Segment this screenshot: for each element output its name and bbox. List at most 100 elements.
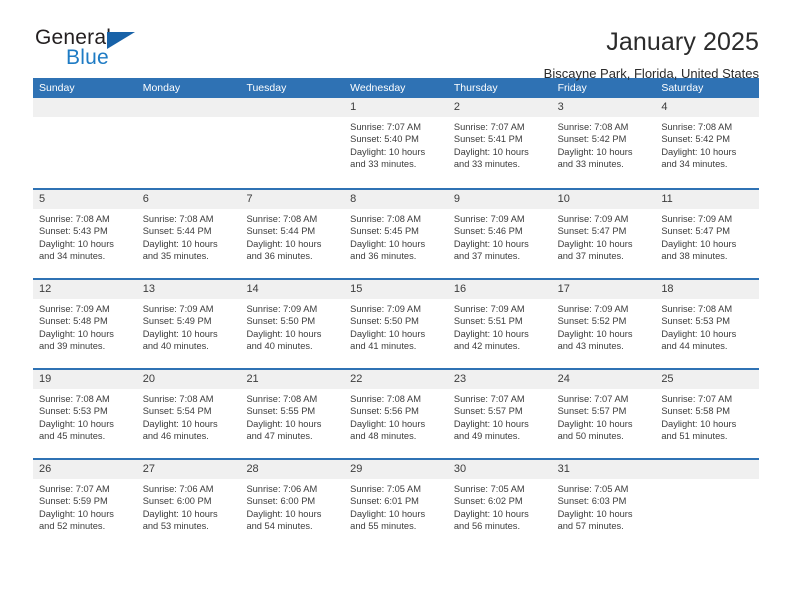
day-number-band: 15 <box>344 280 448 299</box>
weekday-header-sunday: Sunday <box>39 82 75 94</box>
day-details: Sunrise: 7:05 AM Sunset: 6:01 PM Daylight:… <box>344 479 448 533</box>
day-details: Sunrise: 7:05 AM Sunset: 6:03 PM Daylight:… <box>552 479 656 533</box>
daylight-text-line1: Daylight: 10 hours <box>142 328 218 339</box>
calendar-day-cell[interactable]: 6 Sunrise: 7:08 AM Sunset: 5:44 PM Daylight… <box>136 190 241 278</box>
day-number-band: 5 <box>33 190 137 209</box>
day-number: 2 <box>453 101 460 113</box>
calendar-day-cell[interactable]: 27 Sunrise: 7:06 AM Sunset: 6:00 PM Dayligh… <box>136 460 241 548</box>
daylight-text-line2: and 57 minutes. <box>557 521 624 532</box>
day-number-band: 13 <box>136 280 241 299</box>
sunrise-text: Sunrise: 7:08 AM <box>350 214 421 224</box>
sunset-text: Sunset: 5:55 PM <box>246 406 316 417</box>
calendar-day-cell[interactable]: 15 Sunrise: 7:09 AM Sunset: 5:50 PM Dayligh… <box>344 280 448 368</box>
day-number: 24 <box>557 373 570 385</box>
sunrise-text: Sunrise: 7:07 AM <box>350 122 421 132</box>
calendar-day-cell[interactable]: 3 Sunrise: 7:08 AM Sunset: 5:42 PM Daylight… <box>551 98 656 188</box>
calendar-day-cell[interactable]: 9 Sunrise: 7:09 AM Sunset: 5:46 PM Daylight… <box>447 190 552 278</box>
sunset-text: Sunset: 6:03 PM <box>557 496 627 507</box>
calendar-day-cell[interactable]: 18 Sunrise: 7:08 AM Sunset: 5:53 PM Dayligh… <box>655 280 760 368</box>
calendar-day-cell[interactable]: 8 Sunrise: 7:08 AM Sunset: 5:45 PM Daylight… <box>344 190 448 278</box>
calendar-day-cell-empty <box>240 98 345 188</box>
day-number: 14 <box>246 283 259 295</box>
weekday-header-tuesday: Tuesday <box>246 82 287 94</box>
day-number: 17 <box>557 283 570 295</box>
calendar-day-cell[interactable]: 24 Sunrise: 7:07 AM Sunset: 5:57 PM Dayligh… <box>551 370 656 458</box>
sunrise-text: Sunrise: 7:09 AM <box>557 214 629 224</box>
day-number-band: 26 <box>33 460 137 479</box>
calendar-day-cell[interactable]: 2 Sunrise: 7:07 AM Sunset: 5:41 PM Daylight… <box>447 98 552 188</box>
calendar-day-cell-empty <box>33 98 137 188</box>
day-number: 31 <box>557 463 570 475</box>
daylight-text-line2: and 44 minutes. <box>661 341 728 352</box>
sunrise-text: Sunrise: 7:07 AM <box>453 122 525 132</box>
daylight-text-line1: Daylight: 10 hours <box>350 146 426 157</box>
daylight-text-line1: Daylight: 10 hours <box>453 418 529 429</box>
day-details: Sunrise: 7:05 AM Sunset: 6:02 PM Daylight:… <box>448 479 552 533</box>
daylight-text-line1: Daylight: 10 hours <box>142 238 218 249</box>
daylight-text-line1: Daylight: 10 hours <box>557 328 633 339</box>
day-details: Sunrise: 7:09 AM Sunset: 5:49 PM Daylight:… <box>137 299 241 353</box>
calendar-day-cell[interactable]: 4 Sunrise: 7:08 AM Sunset: 5:42 PM Daylight… <box>655 98 760 188</box>
weekday-header-friday: Friday <box>557 82 587 94</box>
day-number: 3 <box>557 101 564 113</box>
calendar-day-cell[interactable]: 20 Sunrise: 7:08 AM Sunset: 5:54 PM Dayligh… <box>136 370 241 458</box>
day-number-band <box>240 98 345 117</box>
day-number-band: 20 <box>136 370 241 389</box>
day-number: 19 <box>39 373 52 385</box>
sunrise-text: Sunrise: 7:07 AM <box>453 394 525 404</box>
calendar-day-cell[interactable]: 7 Sunrise: 7:08 AM Sunset: 5:44 PM Daylight… <box>240 190 345 278</box>
sunrise-text: Sunrise: 7:09 AM <box>453 214 525 224</box>
daylight-text-line2: and 40 minutes. <box>142 341 209 352</box>
day-number-band: 31 <box>551 460 656 479</box>
day-number-band: 24 <box>551 370 656 389</box>
calendar-day-cell[interactable]: 1 Sunrise: 7:07 AM Sunset: 5:40 PM Daylight… <box>344 98 448 188</box>
day-details: Sunrise: 7:08 AM Sunset: 5:42 PM Daylight:… <box>552 117 656 171</box>
calendar-day-cell[interactable]: 16 Sunrise: 7:09 AM Sunset: 5:51 PM Dayligh… <box>447 280 552 368</box>
daylight-text-line2: and 52 minutes. <box>39 521 106 532</box>
sunset-text: Sunset: 5:52 PM <box>557 316 627 327</box>
calendar-day-cell[interactable]: 31 Sunrise: 7:05 AM Sunset: 6:03 PM Dayligh… <box>551 460 656 548</box>
logo-text-blue: Blue <box>66 46 109 69</box>
daylight-text-line2: and 37 minutes. <box>557 251 624 262</box>
day-details: Sunrise: 7:09 AM Sunset: 5:51 PM Daylight:… <box>448 299 552 353</box>
sunrise-text: Sunrise: 7:09 AM <box>661 214 733 224</box>
daylight-text-line2: and 54 minutes. <box>246 521 313 532</box>
calendar-day-cell[interactable]: 23 Sunrise: 7:07 AM Sunset: 5:57 PM Dayligh… <box>447 370 552 458</box>
calendar-day-cell[interactable]: 10 Sunrise: 7:09 AM Sunset: 5:47 PM Dayligh… <box>551 190 656 278</box>
calendar-day-cell[interactable]: 19 Sunrise: 7:08 AM Sunset: 5:53 PM Dayligh… <box>33 370 137 458</box>
calendar-day-cell[interactable]: 12 Sunrise: 7:09 AM Sunset: 5:48 PM Dayligh… <box>33 280 137 368</box>
calendar-day-cell[interactable]: 11 Sunrise: 7:09 AM Sunset: 5:47 PM Dayligh… <box>655 190 760 278</box>
day-number: 22 <box>350 373 363 385</box>
day-number-band: 23 <box>447 370 552 389</box>
calendar-day-cell-empty <box>655 460 760 548</box>
day-details: Sunrise: 7:08 AM Sunset: 5:44 PM Daylight:… <box>240 209 344 263</box>
calendar-day-cell[interactable]: 21 Sunrise: 7:08 AM Sunset: 5:55 PM Dayligh… <box>240 370 345 458</box>
calendar-day-cell[interactable]: 29 Sunrise: 7:05 AM Sunset: 6:01 PM Dayligh… <box>344 460 448 548</box>
calendar-day-cell[interactable]: 14 Sunrise: 7:09 AM Sunset: 5:50 PM Dayligh… <box>240 280 345 368</box>
sunrise-text: Sunrise: 7:08 AM <box>39 214 110 224</box>
sunrise-text: Sunrise: 7:08 AM <box>246 214 318 224</box>
calendar-day-cell[interactable]: 13 Sunrise: 7:09 AM Sunset: 5:49 PM Dayligh… <box>136 280 241 368</box>
calendar-day-cell[interactable]: 22 Sunrise: 7:08 AM Sunset: 5:56 PM Dayligh… <box>344 370 448 458</box>
calendar-day-cell[interactable]: 28 Sunrise: 7:06 AM Sunset: 6:00 PM Dayligh… <box>240 460 345 548</box>
day-number: 8 <box>350 193 357 205</box>
calendar-day-cell[interactable]: 30 Sunrise: 7:05 AM Sunset: 6:02 PM Dayligh… <box>447 460 552 548</box>
day-number-band: 3 <box>551 98 656 117</box>
day-number: 6 <box>142 193 149 205</box>
sunset-text: Sunset: 5:59 PM <box>39 496 108 507</box>
daylight-text-line2: and 48 minutes. <box>350 431 417 442</box>
sunset-text: Sunset: 5:57 PM <box>557 406 627 417</box>
day-number: 30 <box>453 463 467 475</box>
generalblue-logo[interactable]: General Blue <box>33 26 153 72</box>
calendar-day-cell[interactable]: 5 Sunrise: 7:08 AM Sunset: 5:43 PM Daylight… <box>33 190 137 278</box>
daylight-text-line1: Daylight: 10 hours <box>142 418 218 429</box>
day-details: Sunrise: 7:09 AM Sunset: 5:47 PM Daylight:… <box>552 209 656 263</box>
calendar-day-cell[interactable]: 17 Sunrise: 7:09 AM Sunset: 5:52 PM Dayligh… <box>551 280 656 368</box>
daylight-text-line1: Daylight: 10 hours <box>246 418 322 429</box>
day-details: Sunrise: 7:06 AM Sunset: 6:00 PM Daylight:… <box>240 479 344 533</box>
calendar-day-cell[interactable]: 25 Sunrise: 7:07 AM Sunset: 5:58 PM Dayligh… <box>655 370 760 458</box>
calendar-day-cell[interactable]: 26 Sunrise: 7:07 AM Sunset: 5:59 PM Dayligh… <box>33 460 137 548</box>
weekday-header-saturday: Saturday <box>661 82 704 94</box>
sunrise-text: Sunrise: 7:08 AM <box>557 122 629 132</box>
triangle-icon <box>107 32 135 49</box>
